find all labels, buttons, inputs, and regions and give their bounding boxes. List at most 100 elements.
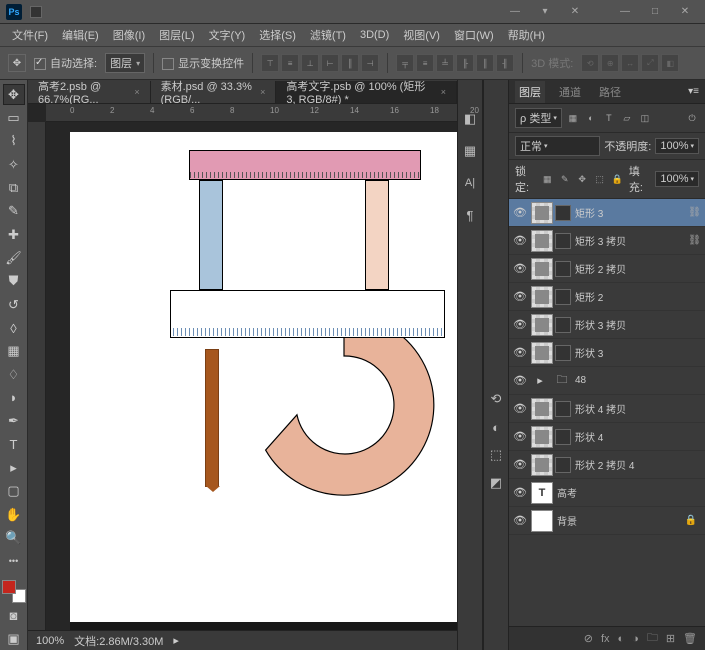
visibility-icon[interactable]: 👁 <box>513 458 527 471</box>
eraser-tool[interactable]: ◊ <box>3 317 25 338</box>
eyedropper-tool[interactable]: ✎ <box>3 201 25 222</box>
visibility-icon[interactable]: 👁 <box>513 206 527 219</box>
ruler-horizontal[interactable]: 0 2 4 6 8 10 12 14 16 18 20 <box>46 104 457 122</box>
dist-4-icon[interactable]: ╟ <box>456 54 474 72</box>
layer-row[interactable]: 👁矩形 3 拷贝⛓ <box>509 227 705 255</box>
history-brush-tool[interactable]: ↺ <box>3 294 25 315</box>
layer-row[interactable]: 👁矩形 2 拷贝 <box>509 255 705 283</box>
character-panel-icon[interactable]: A| <box>461 174 479 192</box>
3d-icon-5[interactable]: ◧ <box>661 54 679 72</box>
layer-name[interactable]: 高考 <box>557 485 701 500</box>
layer-row[interactable]: 👁 形状 4 拷贝 <box>509 395 705 423</box>
adjustment-icon[interactable]: ◑ <box>632 633 639 645</box>
shape-tool[interactable]: ▢ <box>3 481 25 502</box>
marquee-tool[interactable]: ▭ <box>3 107 25 128</box>
canvas[interactable] <box>70 132 457 650</box>
visibility-icon[interactable]: 👁 <box>513 430 527 443</box>
more-tools[interactable]: ••• <box>3 551 25 572</box>
opacity-input[interactable]: 100% <box>655 138 699 154</box>
filter-pixel-icon[interactable]: ▦ <box>566 111 580 125</box>
layer-name[interactable]: 矩形 2 <box>575 289 701 304</box>
lock-pos-icon[interactable]: ✥ <box>576 172 587 186</box>
layer-name[interactable]: 形状 4 <box>575 429 701 444</box>
inner-close-button[interactable]: ✕ <box>561 3 589 21</box>
layer-name[interactable]: 形状 3 拷贝 <box>575 317 701 332</box>
screen-mode-toggle[interactable]: ▣ <box>3 629 25 650</box>
layer-row[interactable]: 👁 形状 3 拷贝 <box>509 311 705 339</box>
folder-arrow-icon[interactable]: ▸ <box>531 374 549 387</box>
paragraph-panel-icon[interactable]: ¶ <box>461 206 479 224</box>
layer-name[interactable]: 形状 2 拷贝 4 <box>575 457 701 472</box>
filter-smart-icon[interactable]: ◫ <box>638 111 652 125</box>
3d-icon-4[interactable]: ⤢ <box>641 54 659 72</box>
inner-restore-button[interactable]: ▾ <box>531 3 559 21</box>
zoom-level[interactable]: 100% <box>36 635 64 647</box>
lock-paint-icon[interactable]: ✎ <box>559 172 570 186</box>
layer-row[interactable]: 👁 形状 2 拷贝 4 <box>509 451 705 479</box>
healing-tool[interactable]: ✚ <box>3 224 25 245</box>
blend-mode-dropdown[interactable]: 正常 <box>515 136 600 156</box>
adjustments-panel-icon[interactable]: ◐ <box>487 418 505 436</box>
visibility-icon[interactable]: 👁 <box>513 486 527 499</box>
filter-shape-icon[interactable]: ▱ <box>620 111 634 125</box>
filter-toggle-icon[interactable]: ⏻ <box>685 111 699 125</box>
status-arrow-icon[interactable]: ▸ <box>173 634 179 647</box>
align-right-icon[interactable]: ⊣ <box>361 54 379 72</box>
align-hcenter-icon[interactable]: ║ <box>341 54 359 72</box>
visibility-icon[interactable]: 👁 <box>513 234 527 247</box>
doc-tab-0[interactable]: 高考2.psb @ 66.7%(RG...× <box>28 81 151 103</box>
3d-icon-3[interactable]: ↔ <box>621 54 639 72</box>
new-layer-icon[interactable]: ⊞ <box>666 632 675 645</box>
layer-name[interactable]: 矩形 2 拷贝 <box>575 261 701 276</box>
mask-icon[interactable]: ◐ <box>618 633 625 645</box>
zoom-tool[interactable]: 🔍 <box>3 527 25 548</box>
tab-channels[interactable]: 通道 <box>555 81 585 103</box>
layer-row[interactable]: 👁▸🗀48 <box>509 367 705 395</box>
layer-name[interactable]: 形状 4 拷贝 <box>575 401 701 416</box>
inner-min-button[interactable]: — <box>501 3 529 21</box>
layer-row[interactable]: 👁 形状 4 <box>509 423 705 451</box>
quickmask-toggle[interactable]: ◙ <box>3 605 25 626</box>
window-max-button[interactable]: □ <box>641 3 669 21</box>
gradient-tool[interactable]: ▦ <box>3 341 25 362</box>
window-close-button[interactable]: ✕ <box>671 3 699 21</box>
lock-trans-icon[interactable]: ▦ <box>542 172 553 186</box>
color-swatches[interactable] <box>2 580 26 603</box>
visibility-icon[interactable]: 👁 <box>513 290 527 303</box>
dist-5-icon[interactable]: ║ <box>476 54 494 72</box>
trash-icon[interactable]: 🗑 <box>683 632 697 645</box>
layer-row[interactable]: 👁T高考 <box>509 479 705 507</box>
stamp-tool[interactable]: ⛊ <box>3 271 25 292</box>
styles-panel-icon[interactable]: ◩ <box>487 474 505 492</box>
menu-image[interactable]: 图像(I) <box>107 25 151 45</box>
visibility-icon[interactable]: 👁 <box>513 402 527 415</box>
layer-name[interactable]: 背景 <box>557 513 681 528</box>
blur-tool[interactable]: ♢ <box>3 364 25 385</box>
path-select-tool[interactable]: ▸ <box>3 457 25 478</box>
ruler-vertical[interactable] <box>28 122 46 650</box>
align-left-icon[interactable]: ⊢ <box>321 54 339 72</box>
auto-select-checkbox[interactable] <box>34 58 46 70</box>
layer-name[interactable]: 矩形 3 <box>575 205 684 220</box>
fg-color-swatch[interactable] <box>2 580 16 594</box>
filter-adjust-icon[interactable]: ◐ <box>584 111 598 125</box>
tab-paths[interactable]: 路径 <box>595 81 625 103</box>
show-transform-checkbox[interactable] <box>162 58 174 70</box>
visibility-icon[interactable]: 👁 <box>513 346 527 359</box>
panel-menu-icon[interactable]: ▾≡ <box>688 86 699 97</box>
group-icon[interactable]: 🗀 <box>647 629 658 648</box>
close-icon[interactable]: × <box>134 87 139 97</box>
menu-layer[interactable]: 图层(L) <box>153 25 200 45</box>
layer-row[interactable]: 👁形状 3 <box>509 339 705 367</box>
brush-tool[interactable]: 🖌 <box>3 247 25 268</box>
pen-tool[interactable]: ✒ <box>3 411 25 432</box>
visibility-icon[interactable]: 👁 <box>513 318 527 331</box>
3d-icon-1[interactable]: ⟲ <box>581 54 599 72</box>
dodge-tool[interactable]: ◗ <box>3 387 25 408</box>
align-vcenter-icon[interactable]: ≡ <box>281 54 299 72</box>
visibility-icon[interactable]: 👁 <box>513 514 527 527</box>
close-icon[interactable]: × <box>260 87 265 97</box>
menu-type[interactable]: 文字(Y) <box>203 25 252 45</box>
menu-window[interactable]: 窗口(W) <box>448 25 500 45</box>
properties-panel-icon[interactable]: ⬚ <box>487 446 505 464</box>
